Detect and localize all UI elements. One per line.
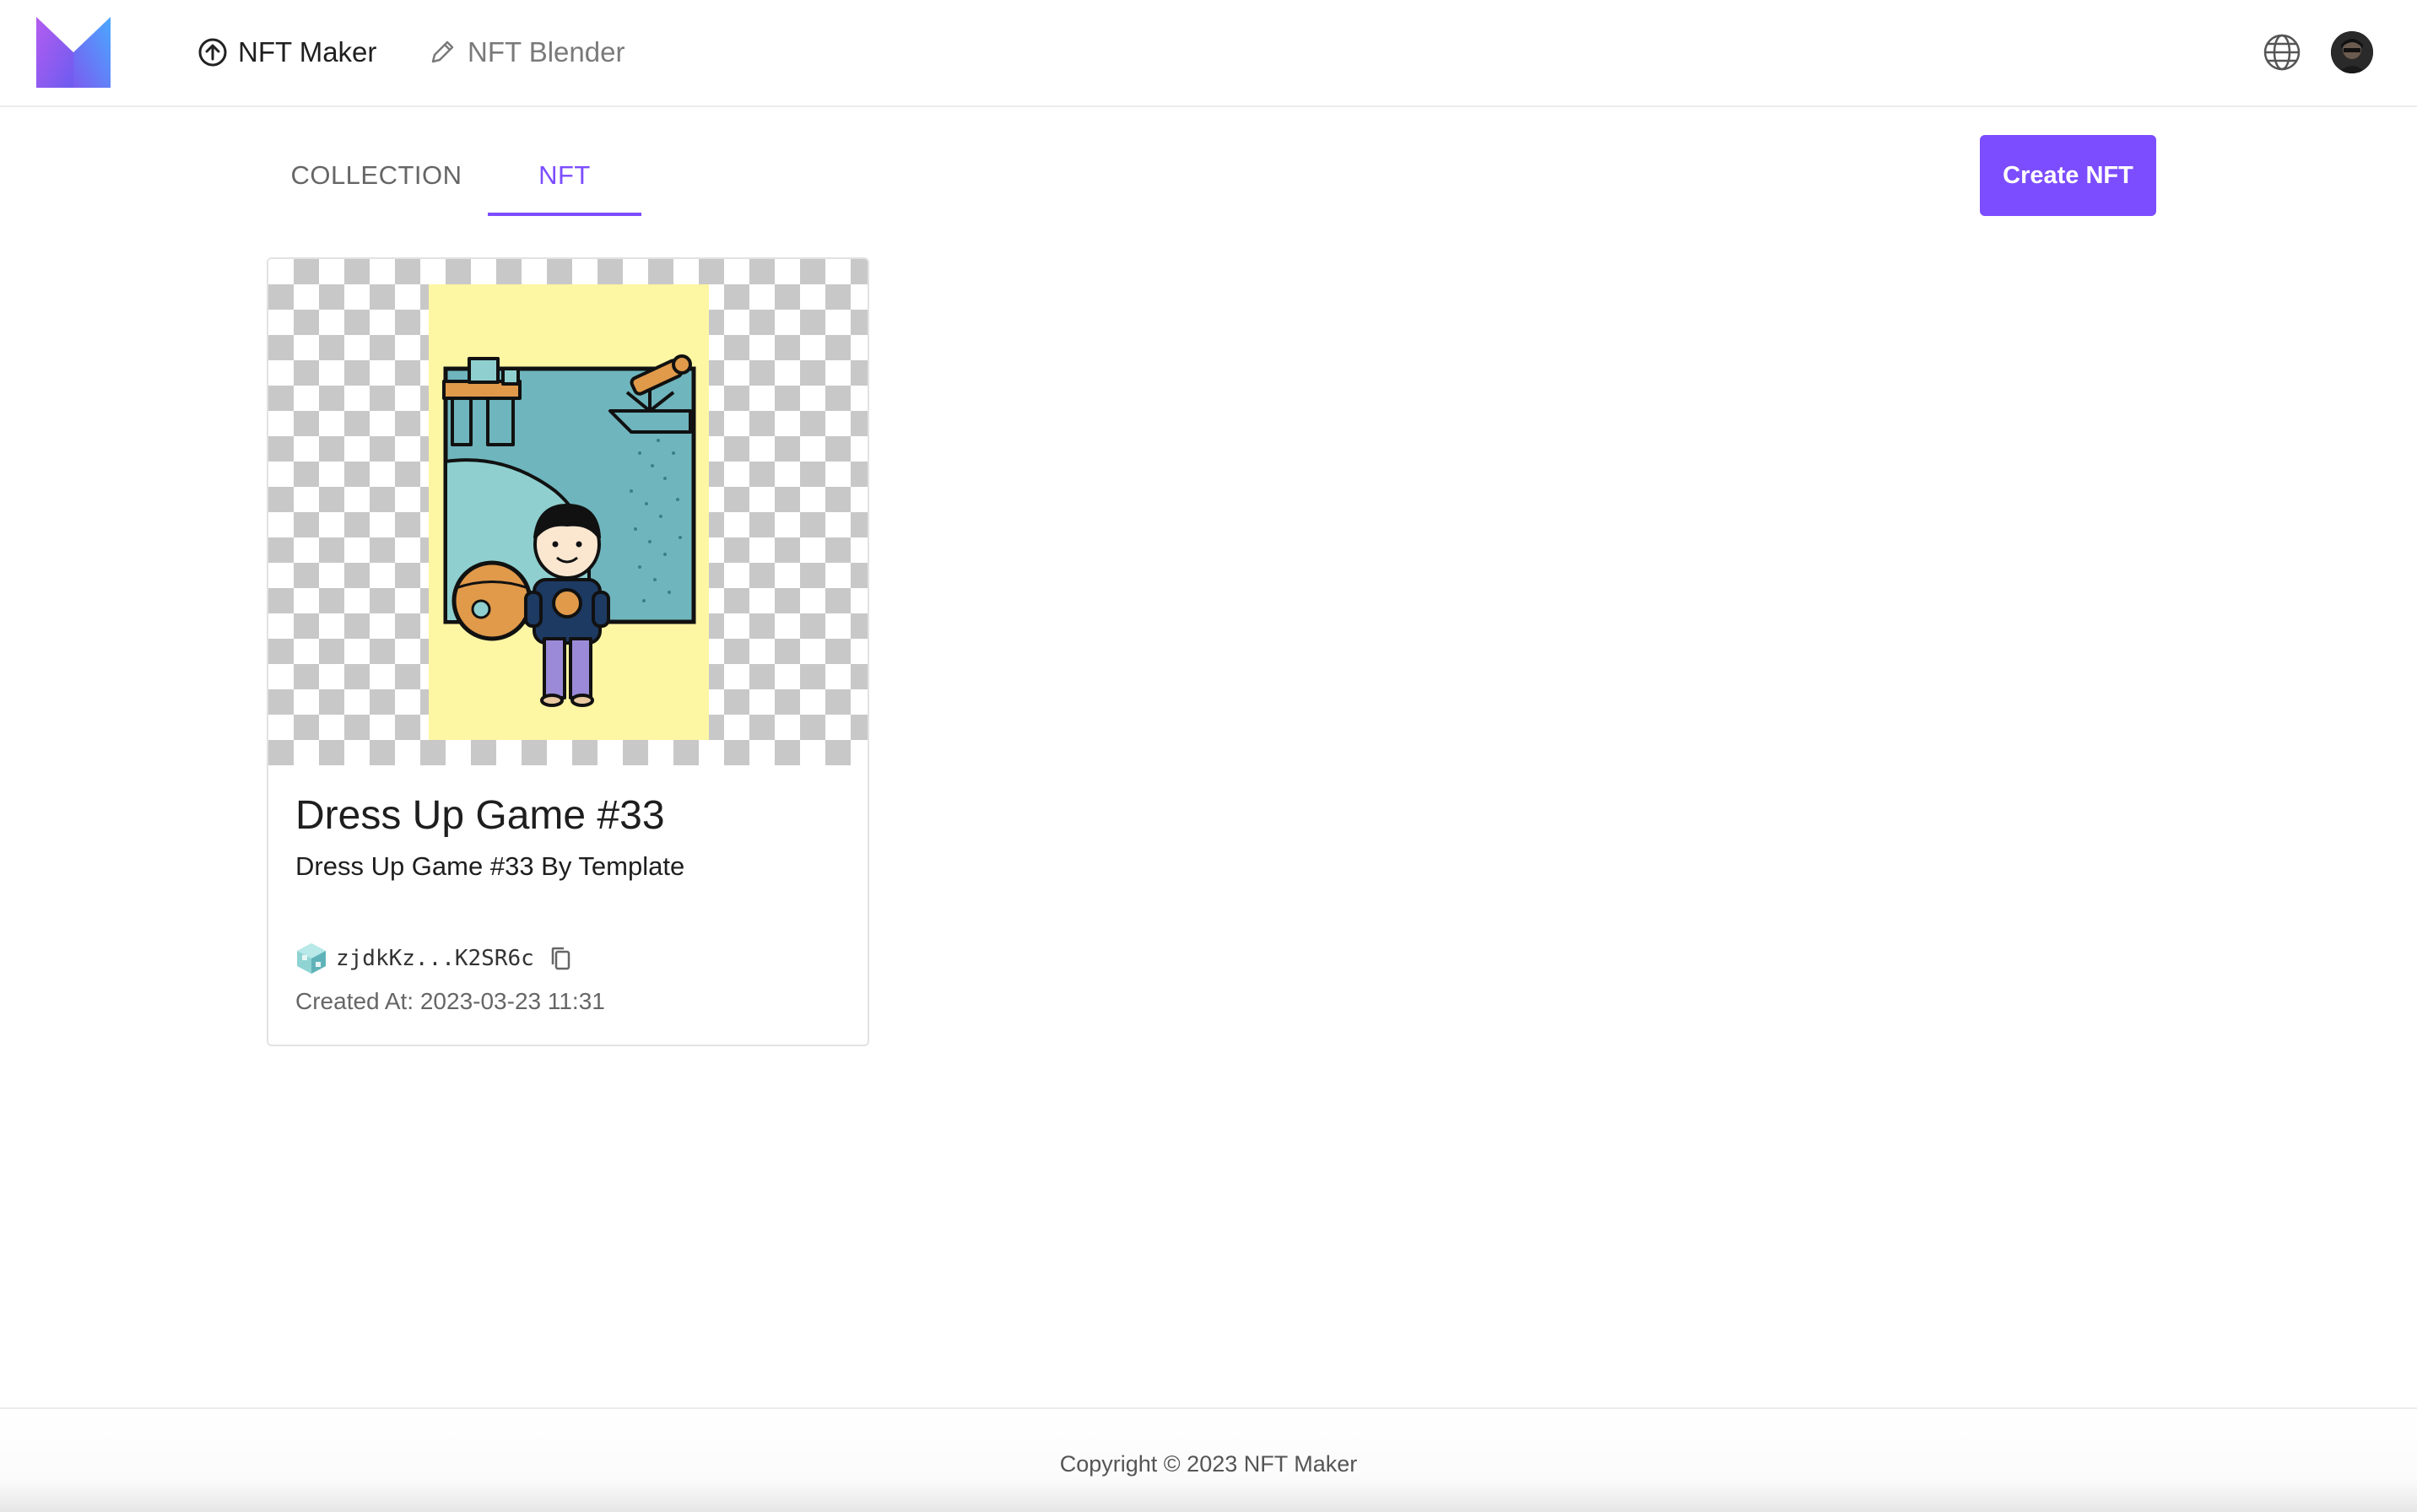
- top-navbar: NFT Maker NFT Blender: [0, 0, 2417, 107]
- upload-circle-icon: [197, 37, 228, 68]
- create-nft-button[interactable]: Create NFT: [1980, 135, 2156, 216]
- nft-card[interactable]: Dress Up Game #33 Dress Up Game #33 By T…: [267, 257, 869, 1046]
- nft-artwork: [429, 284, 709, 740]
- owner-address: zjdkKz...K2SR6c: [336, 946, 534, 971]
- view-tabs: COLLECTION NFT: [267, 143, 641, 216]
- pencil-icon: [427, 37, 457, 68]
- tab-collection[interactable]: COLLECTION: [267, 143, 486, 216]
- created-at: Created At: 2023-03-23 11:31: [295, 988, 605, 1014]
- nft-title: Dress Up Game #33: [295, 793, 665, 838]
- nav-nft-blender-label: NFT Blender: [468, 36, 625, 68]
- footer: Copyright © 2023 NFT Maker: [0, 1407, 2417, 1512]
- user-avatar[interactable]: [2331, 31, 2373, 73]
- nav-nft-maker-label: NFT Maker: [238, 36, 377, 68]
- nav-nft-maker[interactable]: NFT Maker: [197, 32, 376, 73]
- tab-nft[interactable]: NFT: [488, 143, 641, 216]
- globe-icon[interactable]: [2262, 32, 2302, 73]
- nav-nft-blender[interactable]: NFT Blender: [427, 32, 625, 73]
- owner-row: zjdkKz...K2SR6c: [295, 941, 575, 976]
- nft-image[interactable]: [268, 259, 868, 765]
- copyright-text: Copyright © 2023 NFT Maker: [1059, 1451, 1358, 1477]
- copy-icon[interactable]: [546, 944, 575, 973]
- nft-maker-logo[interactable]: [36, 17, 111, 88]
- nft-subtitle: Dress Up Game #33 By Template: [295, 851, 685, 881]
- owner-identicon-icon: [297, 943, 326, 974]
